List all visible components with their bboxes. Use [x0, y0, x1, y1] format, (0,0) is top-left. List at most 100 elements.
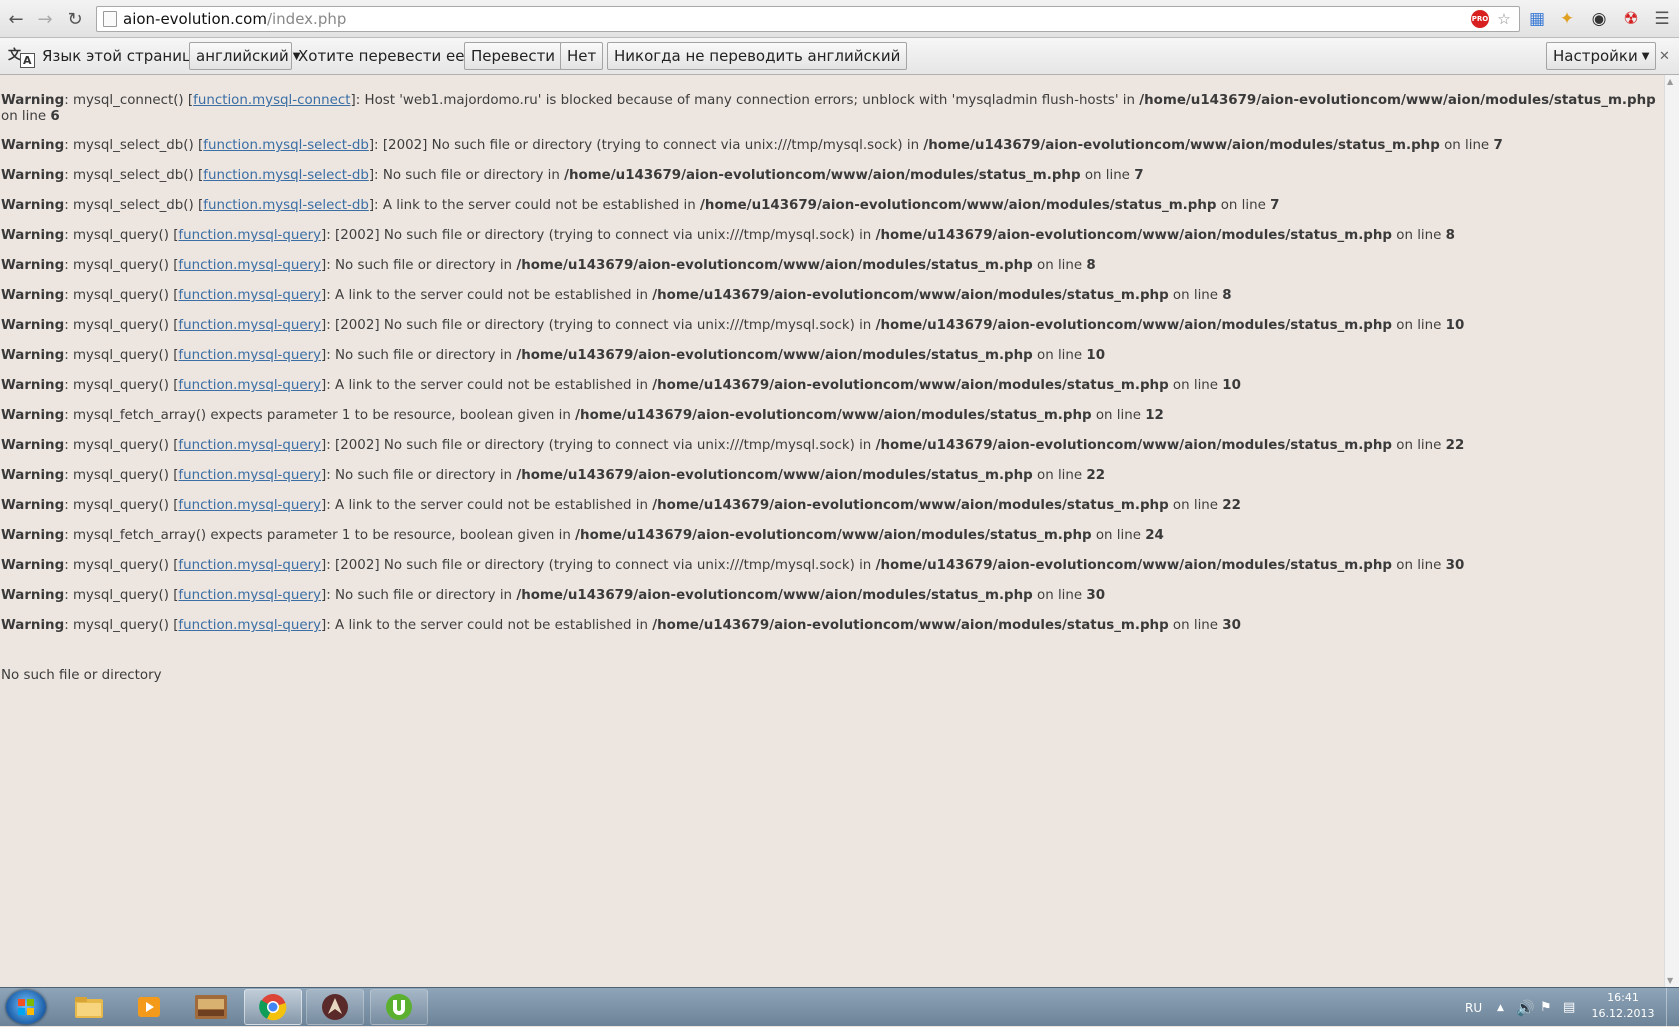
- scroll-down-icon[interactable]: ▼: [1667, 976, 1673, 985]
- warning-message: Host 'web1.majordomo.ru' is blocked beca…: [364, 93, 1135, 108]
- function-doc-link[interactable]: function.mysql-query: [178, 378, 321, 393]
- warning-line: Warning: mysql_fetch_array() expects par…: [1, 408, 1164, 423]
- file-path: /home/u143679/aion-evolutioncom/www/aion…: [652, 288, 1169, 303]
- taskbar-chrome[interactable]: [244, 989, 302, 1025]
- pro-extension-icon[interactable]: PRO: [1471, 10, 1489, 28]
- menu-icon[interactable]: ☰: [1651, 8, 1673, 30]
- line-number: 8: [1445, 228, 1455, 243]
- line-label: on line: [1084, 168, 1130, 183]
- apps-grid-icon[interactable]: ▦: [1526, 8, 1548, 30]
- media-player-icon: [138, 997, 160, 1017]
- warning-function: mysql_select_db(): [72, 198, 194, 213]
- line-label: on line: [1095, 528, 1141, 543]
- network-icon[interactable]: ▤: [1563, 988, 1575, 1027]
- line-number: 8: [1086, 258, 1096, 273]
- line-label: on line: [1172, 618, 1219, 633]
- function-doc-link[interactable]: function.mysql-query: [178, 618, 321, 633]
- line-label: on line: [1444, 138, 1490, 153]
- function-doc-link[interactable]: function.mysql-query: [178, 588, 321, 603]
- taskbar-aion-client[interactable]: [306, 989, 364, 1025]
- taskbar-utorrent[interactable]: [370, 989, 428, 1025]
- start-button[interactable]: [6, 990, 46, 1024]
- line-number: 6: [50, 109, 60, 124]
- warning-function: mysql_query(): [72, 438, 169, 453]
- line-number: 22: [1086, 468, 1106, 483]
- no-button[interactable]: Нет: [560, 42, 604, 70]
- file-path: /home/u143679/aion-evolutioncom/www/aion…: [516, 588, 1033, 603]
- tray-expand-icon[interactable]: ▲: [1497, 988, 1504, 1027]
- function-doc-link[interactable]: function.mysql-query: [178, 438, 321, 453]
- warning-message: No such file or directory in: [335, 468, 513, 483]
- warning-line: Warning: mysql_query() [function.mysql-q…: [1, 288, 1232, 303]
- settings-button[interactable]: Настройки ▼: [1546, 42, 1657, 70]
- taskbar-media-player[interactable]: [120, 989, 178, 1025]
- function-doc-link[interactable]: function.mysql-select-db: [203, 138, 369, 153]
- page-icon: [103, 11, 117, 27]
- warning-label: Warning: [1, 198, 65, 213]
- taskbar-explorer[interactable]: [60, 989, 118, 1025]
- function-doc-link[interactable]: function.mysql-query: [178, 318, 321, 333]
- line-number: 7: [1270, 198, 1280, 213]
- line-number: 24: [1145, 528, 1164, 543]
- translate-icon: 文A: [8, 44, 35, 68]
- color-extension-icon[interactable]: ✦: [1556, 8, 1578, 30]
- function-doc-link[interactable]: function.mysql-query: [178, 498, 321, 513]
- folder-icon: [75, 997, 103, 1018]
- back-icon[interactable]: ←: [5, 8, 27, 30]
- function-doc-link[interactable]: function.mysql-select-db: [203, 168, 369, 183]
- function-doc-link[interactable]: function.mysql-connect: [193, 93, 350, 108]
- warning-message: [2002] No such file or directory (trying…: [382, 138, 920, 153]
- volume-icon[interactable]: 🔊: [1516, 988, 1535, 1027]
- function-doc-link[interactable]: function.mysql-select-db: [203, 198, 369, 213]
- line-number: 30: [1086, 588, 1106, 603]
- incognito-extension-icon[interactable]: ◉: [1588, 8, 1610, 30]
- warning-function: mysql_query(): [72, 288, 169, 303]
- warning-message: No such file or directory in: [335, 348, 513, 363]
- bookmark-star-icon[interactable]: ☆: [1494, 9, 1514, 29]
- forward-icon[interactable]: →: [34, 8, 56, 30]
- language-select[interactable]: английский ▼: [189, 42, 300, 70]
- reload-icon[interactable]: ↻: [64, 8, 86, 30]
- function-doc-link[interactable]: function.mysql-query: [178, 258, 321, 273]
- file-path: /home/u143679/aion-evolutioncom/www/aion…: [516, 348, 1033, 363]
- line-label: on line: [1037, 588, 1083, 603]
- translate-question: Хотите перевести ее?: [298, 47, 473, 65]
- taskbar-game[interactable]: [182, 989, 240, 1025]
- tail-message: No such file or directory: [1, 668, 162, 683]
- scroll-up-icon[interactable]: ▲: [1667, 77, 1673, 86]
- warning-line: Warning: mysql_query() [function.mysql-q…: [1, 378, 1241, 393]
- settings-button-label: Настройки: [1553, 47, 1638, 65]
- line-number: 10: [1086, 348, 1106, 363]
- address-bar[interactable]: aion-evolution.com/index.php: [96, 6, 1520, 32]
- warning-label: Warning: [1, 468, 65, 483]
- line-number: 10: [1445, 318, 1465, 333]
- line-number: 10: [1222, 378, 1241, 393]
- page-scrollbar[interactable]: ▲ ▼: [1664, 75, 1679, 987]
- warning-function: mysql_query(): [72, 348, 169, 363]
- function-doc-link[interactable]: function.mysql-query: [178, 288, 321, 303]
- show-desktop-button[interactable]: [1666, 988, 1679, 1027]
- browser-toolbar: ← → ↻ aion-evolution.com/index.php PRO ☆…: [0, 0, 1679, 38]
- system-clock[interactable]: 16:41 16.12.2013: [1588, 990, 1658, 1022]
- action-center-flag-icon[interactable]: ⚑: [1540, 988, 1552, 1027]
- input-language[interactable]: RU: [1465, 988, 1482, 1027]
- warning-label: Warning: [1, 498, 65, 513]
- function-doc-link[interactable]: function.mysql-query: [178, 348, 321, 363]
- warning-function: mysql_query(): [72, 258, 169, 273]
- warning-label: Warning: [1, 588, 65, 603]
- function-doc-link[interactable]: function.mysql-query: [178, 468, 321, 483]
- never-translate-button[interactable]: Никогда не переводить английский: [607, 42, 908, 70]
- close-icon[interactable]: ✕: [1659, 38, 1670, 74]
- line-label: on line: [1220, 198, 1266, 213]
- file-path: /home/u143679/aion-evolutioncom/www/aion…: [923, 138, 1440, 153]
- warning-label: Warning: [1, 438, 65, 453]
- language-select-value: английский: [196, 47, 289, 65]
- line-number: 22: [1222, 498, 1241, 513]
- function-doc-link[interactable]: function.mysql-query: [178, 228, 321, 243]
- function-doc-link[interactable]: function.mysql-query: [178, 558, 321, 573]
- warning-function: mysql_query(): [72, 468, 169, 483]
- warning-function: mysql_connect(): [72, 93, 184, 108]
- warning-label: Warning: [1, 348, 65, 363]
- adblock-icon[interactable]: ☢: [1620, 8, 1642, 30]
- translate-button[interactable]: Перевести: [464, 42, 563, 70]
